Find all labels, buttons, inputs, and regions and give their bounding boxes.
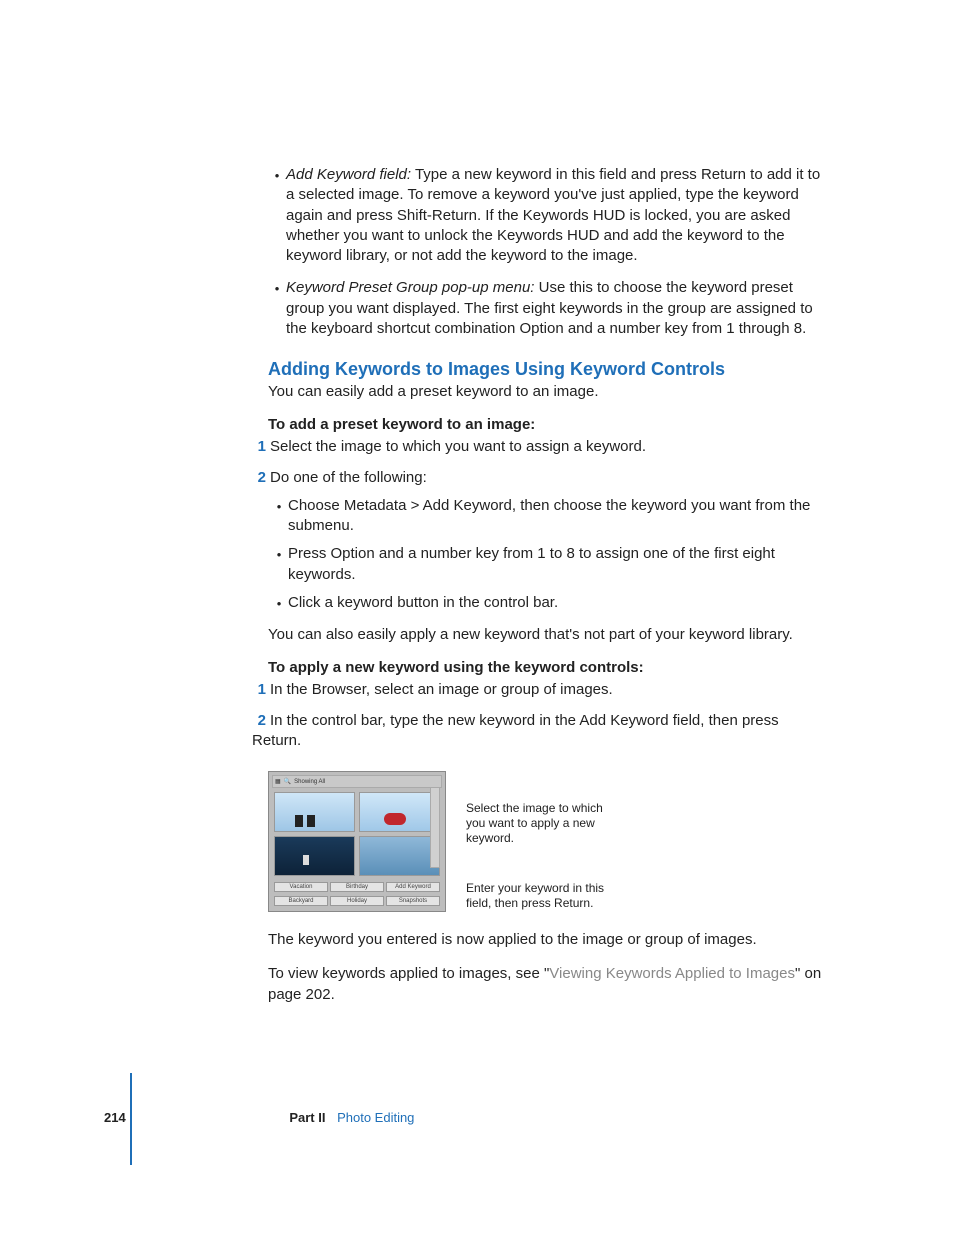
- bullet-item: •Click a keyword button in the control b…: [270, 593, 829, 613]
- section-name: Photo Editing: [337, 1110, 414, 1125]
- cross-reference-paragraph: To view keywords applied to images, see …: [268, 964, 829, 1005]
- task-title: To add a preset keyword to an image:: [268, 416, 829, 433]
- paragraph: The keyword you entered is now applied t…: [268, 930, 829, 950]
- add-keyword-field: Add Keyword: [386, 882, 440, 892]
- paragraph: You can also easily apply a new keyword …: [268, 625, 829, 645]
- bullet-text: Keyword Preset Group pop-up menu: Use th…: [286, 278, 829, 339]
- bullet-text: Add Keyword field: Type a new keyword in…: [286, 165, 829, 266]
- keyword-button: Holiday: [330, 896, 384, 906]
- callout-text: Enter your keyword in this field, then p…: [466, 881, 616, 911]
- page-content: • Add Keyword field: Type a new keyword …: [0, 0, 954, 1005]
- bullet-text: Press Option and a number key from 1 to …: [288, 544, 829, 585]
- intro-bullets: • Add Keyword field: Type a new keyword …: [268, 165, 829, 339]
- bullet-heading: Keyword Preset Group pop-up menu:: [286, 279, 534, 296]
- scrollbar: [430, 787, 440, 868]
- paragraph: You can easily add a preset keyword to a…: [268, 382, 829, 402]
- step-item: In the Browser, select an image or group…: [252, 680, 829, 700]
- numbered-steps: Select the image to which you want to as…: [268, 437, 829, 613]
- page-footer: 214 Part II Photo Editing: [104, 1110, 829, 1125]
- sub-bullet-list: •Choose Metadata > Add Keyword, then cho…: [270, 496, 829, 613]
- thumbnail-image: [274, 792, 355, 832]
- cross-reference-link[interactable]: Viewing Keywords Applied to Images: [549, 965, 795, 982]
- keyword-button-row: Backyard Holiday Snapshots: [272, 894, 442, 908]
- xref-pre: To view keywords applied to images, see …: [268, 965, 549, 982]
- page-number: 214: [104, 1110, 126, 1125]
- bullet-dot-icon: •: [268, 278, 286, 339]
- section-heading: Adding Keywords to Images Using Keyword …: [268, 359, 829, 380]
- task-title: To apply a new keyword using the keyword…: [268, 659, 829, 676]
- step-text: Select the image to which you want to as…: [270, 438, 646, 455]
- bullet-dot-icon: •: [270, 593, 288, 613]
- preset-group-popup: Snapshots: [386, 896, 440, 906]
- bullet-item: •Choose Metadata > Add Keyword, then cho…: [270, 496, 829, 537]
- thumbnail-image: [359, 792, 440, 832]
- step-item: In the control bar, type the new keyword…: [252, 711, 829, 752]
- bullet-item: •Press Option and a number key from 1 to…: [270, 544, 829, 585]
- bullet-text: Click a keyword button in the control ba…: [288, 593, 829, 613]
- keyword-button: Backyard: [274, 896, 328, 906]
- footer-part: Part II Photo Editing: [289, 1110, 414, 1125]
- search-icon: 🔍: [284, 778, 291, 785]
- bullet-heading: Add Keyword field:: [286, 166, 411, 183]
- step-item: Select the image to which you want to as…: [252, 437, 829, 457]
- thumbnail-image: [359, 836, 440, 876]
- footer-rule: [130, 1073, 132, 1165]
- bullet-dot-icon: •: [270, 544, 288, 585]
- numbered-steps: In the Browser, select an image or group…: [268, 680, 829, 751]
- keyword-button-row: Vacation Birthday Add Keyword: [272, 880, 442, 894]
- bullet-item: • Keyword Preset Group pop-up menu: Use …: [268, 278, 829, 339]
- bullet-item: • Add Keyword field: Type a new keyword …: [268, 165, 829, 266]
- step-text: In the control bar, type the new keyword…: [252, 712, 779, 749]
- figure-callouts: Select the image to which you want to ap…: [466, 771, 616, 911]
- filter-label: Showing All: [294, 779, 325, 785]
- part-label: Part II: [289, 1110, 325, 1125]
- thumbnail-image: [274, 836, 355, 876]
- step-text: In the Browser, select an image or group…: [270, 681, 613, 698]
- figure-inner: ▦ 🔍 Showing All Vacation Birthday Add Ke…: [272, 775, 442, 908]
- view-mode-icon: ▦: [275, 778, 281, 785]
- bullet-dot-icon: •: [270, 496, 288, 537]
- callout-text: Select the image to which you want to ap…: [466, 801, 616, 846]
- step-item: Do one of the following: •Choose Metadat…: [252, 468, 829, 614]
- bullet-dot-icon: •: [268, 165, 286, 266]
- thumbnail-grid: [272, 788, 442, 880]
- bullet-text: Choose Metadata > Add Keyword, then choo…: [288, 496, 829, 537]
- figure-with-callouts: ▦ 🔍 Showing All Vacation Birthday Add Ke…: [268, 771, 829, 912]
- screenshot-figure: ▦ 🔍 Showing All Vacation Birthday Add Ke…: [268, 771, 446, 912]
- figure-toolbar: ▦ 🔍 Showing All: [272, 775, 442, 788]
- step-text: Do one of the following:: [270, 469, 427, 486]
- keyword-button: Birthday: [330, 882, 384, 892]
- keyword-button: Vacation: [274, 882, 328, 892]
